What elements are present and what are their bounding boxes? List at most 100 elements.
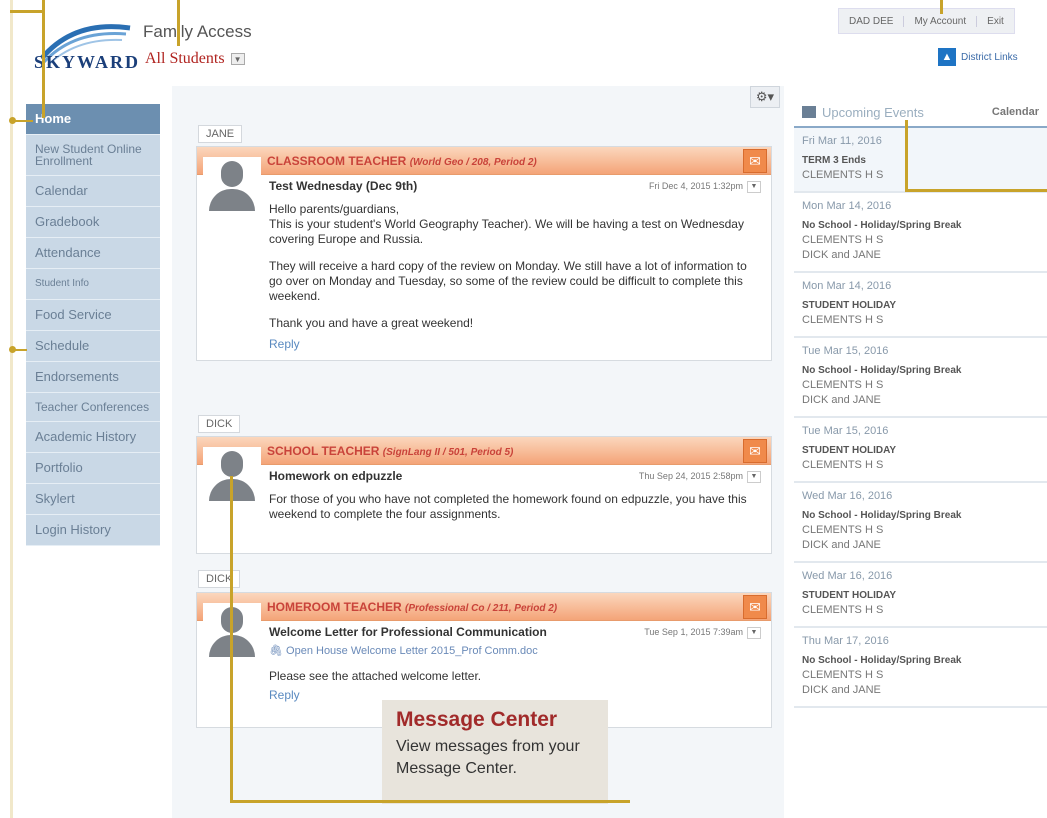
sidebar-item-student-info[interactable]: Student Info: [26, 269, 160, 300]
sidebar-item-teacher-conferences[interactable]: Teacher Conferences: [26, 393, 160, 422]
message-text: Please see the attached welcome letter.: [269, 669, 482, 683]
message-center-callout: Message Center View messages from your M…: [382, 700, 608, 804]
sidebar-nav: Home New Student Online Enrollment Calen…: [26, 104, 160, 546]
avatar-icon: [203, 157, 261, 215]
event-date: Mon Mar 14, 2016: [802, 280, 892, 292]
chevron-down-icon[interactable]: ▼: [747, 626, 761, 639]
logo-text: SKYWARD: [34, 52, 141, 72]
message-subject: Welcome Letter for Professional Communic…: [269, 625, 547, 639]
paperclip-icon: 🖇: [269, 645, 283, 657]
chevron-down-icon[interactable]: ▼: [747, 180, 761, 193]
event-name: STUDENT HOLIDAY: [802, 300, 897, 311]
event-day[interactable]: Thu Mar 17, 2016 No School - Holiday/Spr…: [794, 628, 1047, 708]
event-line: CLEMENTS H S: [802, 459, 884, 471]
event-line: CLEMENTS H S: [802, 314, 884, 326]
message-subject: Homework on edpuzzle: [269, 469, 403, 483]
calendar-icon: [802, 106, 816, 118]
attachment-link[interactable]: 🖇 Open House Welcome Letter 2015_Prof Co…: [269, 644, 761, 659]
course-name: (World Geo / 208, Period 2): [409, 156, 537, 168]
annotation-line: [10, 10, 44, 13]
mail-icon[interactable]: ✉: [743, 439, 767, 463]
student-selector[interactable]: All Students ▼: [145, 50, 245, 68]
event-day[interactable]: Fri Mar 11, 2016 TERM 3 Ends CLEMENTS H …: [794, 128, 1047, 193]
sidebar-item-portfolio[interactable]: Portfolio: [26, 453, 160, 484]
reply-link[interactable]: Reply: [269, 337, 761, 352]
event-day[interactable]: Mon Mar 14, 2016 No School - Holiday/Spr…: [794, 193, 1047, 273]
my-account-link[interactable]: My Account: [904, 15, 978, 27]
sidebar-item-gradebook[interactable]: Gradebook: [26, 207, 160, 238]
exit-link[interactable]: Exit: [977, 16, 1014, 27]
event-day[interactable]: Mon Mar 14, 2016 STUDENT HOLIDAY CLEMENT…: [794, 273, 1047, 338]
message-card: CLASSROOM TEACHER (World Geo / 208, Peri…: [196, 146, 772, 361]
event-day[interactable]: Tue Mar 15, 2016 No School - Holiday/Spr…: [794, 338, 1047, 418]
annotation-line: [230, 476, 233, 802]
course-name: (Professional Co / 211, Period 2): [405, 602, 558, 614]
event-date: Thu Mar 17, 2016: [802, 635, 889, 647]
student-label: JANE: [198, 125, 243, 143]
message-text: Thank you and have a great weekend!: [269, 316, 474, 330]
event-name: No School - Holiday/Spring Break: [802, 365, 962, 376]
sidebar-item-new-student-enrollment[interactable]: New Student Online Enrollment: [26, 135, 160, 176]
annotation-line: [10, 0, 13, 818]
event-line: CLEMENTS H S: [802, 379, 884, 391]
event-date: Mon Mar 14, 2016: [802, 200, 892, 212]
mail-icon[interactable]: ✉: [743, 595, 767, 619]
teacher-name[interactable]: SCHOOL TEACHER (SignLang II / 501, Perio…: [267, 444, 513, 458]
annotation-line: [13, 349, 27, 351]
message-text: Hello parents/guardians, This is your st…: [269, 202, 744, 246]
event-name: STUDENT HOLIDAY: [802, 590, 897, 601]
annotation-line: [13, 120, 33, 122]
event-line: DICK and JANE: [802, 539, 881, 551]
sidebar-item-food-service[interactable]: Food Service: [26, 300, 160, 331]
mail-icon[interactable]: ✉: [743, 149, 767, 173]
event-day[interactable]: Wed Mar 16, 2016 No School - Holiday/Spr…: [794, 483, 1047, 563]
student-label: DICK: [198, 570, 241, 588]
calendar-link[interactable]: Calendar: [992, 106, 1039, 118]
event-line: CLEMENTS H S: [802, 524, 884, 536]
event-date: Wed Mar 16, 2016: [802, 490, 893, 502]
message-header: CLASSROOM TEACHER (World Geo / 208, Peri…: [197, 147, 771, 175]
user-name-link[interactable]: DAD DEE: [839, 15, 905, 27]
chevron-down-icon[interactable]: ▼: [747, 470, 761, 483]
sidebar-item-endorsements[interactable]: Endorsements: [26, 362, 160, 393]
event-line: DICK and JANE: [802, 394, 881, 406]
callout-title: Message Center: [396, 708, 558, 731]
event-date: Tue Mar 15, 2016: [802, 425, 889, 437]
event-day[interactable]: Wed Mar 16, 2016 STUDENT HOLIDAY CLEMENT…: [794, 563, 1047, 628]
header: SKYWARD Family Access All Students ▼ DAD…: [0, 0, 1047, 86]
teacher-name[interactable]: HOMEROOM TEACHER (Professional Co / 211,…: [267, 600, 557, 614]
annotation-line: [905, 120, 908, 192]
message-text: For those of you who have not completed …: [269, 492, 747, 521]
chevron-down-icon[interactable]: ▼: [230, 53, 245, 65]
gear-icon[interactable]: ⚙▾: [750, 86, 780, 108]
district-icon: ▲: [938, 48, 956, 66]
event-line: DICK and JANE: [802, 684, 881, 696]
event-name: No School - Holiday/Spring Break: [802, 220, 962, 231]
sidebar-item-skylert[interactable]: Skylert: [26, 484, 160, 515]
event-date: Fri Mar 11, 2016: [802, 135, 882, 147]
top-links: DAD DEE My Account Exit: [838, 8, 1015, 34]
message-date: Tue Sep 1, 2015 7:39am: [644, 627, 743, 637]
sidebar-item-academic-history[interactable]: Academic History: [26, 422, 160, 453]
sidebar-item-attendance[interactable]: Attendance: [26, 238, 160, 269]
teacher-name[interactable]: CLASSROOM TEACHER (World Geo / 208, Peri…: [267, 154, 537, 168]
annotation-line: [42, 0, 45, 118]
event-name: STUDENT HOLIDAY: [802, 445, 897, 456]
event-line: CLEMENTS H S: [802, 234, 884, 246]
district-links[interactable]: ▲ District Links: [938, 48, 1018, 66]
upcoming-events-panel: Upcoming Events Calendar Fri Mar 11, 201…: [794, 98, 1047, 818]
event-day[interactable]: Tue Mar 15, 2016 STUDENT HOLIDAY CLEMENT…: [794, 418, 1047, 483]
course-name: (SignLang II / 501, Period 5): [382, 446, 514, 458]
student-selector-label: All Students: [145, 50, 225, 67]
annotation-line: [230, 800, 630, 803]
district-links-label: District Links: [961, 51, 1018, 63]
sidebar-item-calendar[interactable]: Calendar: [26, 176, 160, 207]
message-date: Fri Dec 4, 2015 1:32pm: [648, 181, 743, 191]
event-line: CLEMENTS H S: [802, 604, 884, 616]
sidebar-item-schedule[interactable]: Schedule: [26, 331, 160, 362]
events-header: Upcoming Events Calendar: [794, 98, 1047, 128]
sidebar-item-home[interactable]: Home: [26, 104, 160, 135]
annotation-line: [177, 0, 180, 46]
student-label: DICK: [198, 415, 241, 433]
sidebar-item-login-history[interactable]: Login History: [26, 515, 160, 546]
